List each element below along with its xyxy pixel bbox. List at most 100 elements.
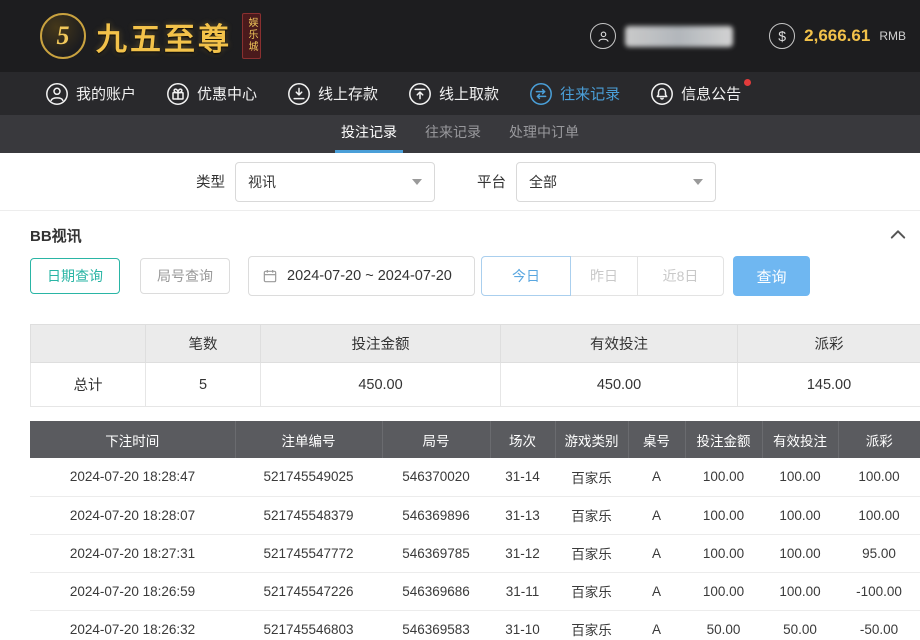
- col-session: 场次: [490, 421, 555, 458]
- cell-session: 31-13: [490, 496, 555, 534]
- username-redacted: [625, 26, 733, 47]
- col-table-no: 桌号: [628, 421, 685, 458]
- deposit-icon: [287, 82, 311, 106]
- platform-select[interactable]: 全部: [516, 162, 716, 202]
- last-8-days-button[interactable]: 近8日: [637, 256, 724, 296]
- nav-item-deposit[interactable]: 线上存款: [287, 82, 378, 106]
- summary-valid-bet: 450.00: [501, 363, 738, 407]
- balance[interactable]: $ 2,666.61 RMB: [769, 23, 906, 49]
- cell-game-type: 百家乐: [555, 534, 628, 572]
- summary-total-label: 总计: [31, 363, 146, 407]
- section-header: BB视讯: [0, 211, 920, 254]
- site-logo[interactable]: 5 九五至尊 娱乐城: [40, 13, 261, 59]
- chevron-down-icon: [412, 179, 422, 185]
- type-label: 类型: [196, 171, 225, 192]
- col-valid-bet: 有效投注: [762, 421, 838, 458]
- summary-header-valid-bet: 有效投注: [501, 325, 738, 363]
- query-toolbar: 日期查询 局号查询 2024-07-20 ~ 2024-07-20 今日 昨日 …: [0, 254, 920, 312]
- cell-table-no: A: [628, 534, 685, 572]
- yesterday-button[interactable]: 昨日: [570, 256, 638, 296]
- cell-bet-time: 2024-07-20 18:28:07: [30, 496, 235, 534]
- cell-session: 31-14: [490, 458, 555, 496]
- cell-bet-time: 2024-07-20 18:27:31: [30, 534, 235, 572]
- table-header-row: 下注时间 注单编号 局号 场次 游戏类别 桌号 投注金额 有效投注 派彩: [30, 421, 920, 458]
- cell-bet-time: 2024-07-20 18:26:32: [30, 610, 235, 640]
- cell-round-no: 546369583: [382, 610, 490, 640]
- col-payout: 派彩: [838, 421, 920, 458]
- cell-valid-bet: 100.00: [762, 534, 838, 572]
- calendar-icon: [262, 268, 278, 284]
- quick-date-group: 今日 昨日 近8日: [481, 256, 724, 296]
- tab-betting-records[interactable]: 投注记录: [335, 115, 403, 153]
- summary-count: 5: [146, 363, 261, 407]
- nav-label: 信息公告: [681, 83, 741, 104]
- cell-game-type: 百家乐: [555, 496, 628, 534]
- notification-dot: [744, 79, 751, 86]
- cell-round-no: 546369896: [382, 496, 490, 534]
- cell-bet-id: 521745546803: [235, 610, 382, 640]
- summary-header-payout: 派彩: [738, 325, 920, 363]
- summary-payout: 145.00: [738, 363, 920, 407]
- user-icon: [45, 82, 69, 106]
- bell-icon: [650, 82, 674, 106]
- summary-header-row: 笔数 投注金额 有效投注 派彩: [31, 325, 920, 363]
- nav-item-announcements[interactable]: 信息公告: [650, 82, 741, 106]
- cell-bet-amount-link[interactable]: 50.00: [685, 610, 762, 640]
- cell-game-type: 百家乐: [555, 458, 628, 496]
- nav-item-promotions[interactable]: 优惠中心: [166, 82, 257, 106]
- cell-bet-amount-link[interactable]: 100.00: [685, 572, 762, 610]
- summary-bet-amount: 450.00: [261, 363, 501, 407]
- cell-bet-id: 521745548379: [235, 496, 382, 534]
- balance-currency: RMB: [879, 29, 906, 43]
- cell-session: 31-10: [490, 610, 555, 640]
- user-icon: [590, 23, 616, 49]
- nav-label: 线上取款: [439, 83, 499, 104]
- table-row: 2024-07-20 18:26:59 521745547226 5463696…: [30, 572, 920, 610]
- date-range-input[interactable]: 2024-07-20 ~ 2024-07-20: [248, 256, 475, 296]
- nav-item-my-account[interactable]: 我的账户: [45, 82, 136, 106]
- cell-valid-bet: 100.00: [762, 458, 838, 496]
- table-row: 2024-07-20 18:27:31 521745547772 5463697…: [30, 534, 920, 572]
- user-account[interactable]: [590, 23, 733, 49]
- col-bet-id: 注单编号: [235, 421, 382, 458]
- date-query-button[interactable]: 日期查询: [30, 258, 120, 294]
- cell-bet-id: 521745547226: [235, 572, 382, 610]
- cell-valid-bet: 100.00: [762, 496, 838, 534]
- cell-bet-amount-link[interactable]: 100.00: [685, 496, 762, 534]
- tab-processing-orders[interactable]: 处理中订单: [503, 115, 585, 153]
- gift-icon: [166, 82, 190, 106]
- balance-amount: 2,666.61: [804, 26, 870, 46]
- round-query-button[interactable]: 局号查询: [140, 258, 230, 294]
- type-select[interactable]: 视讯: [235, 162, 435, 202]
- nav-label: 我的账户: [76, 83, 136, 104]
- cell-game-type: 百家乐: [555, 610, 628, 640]
- cell-round-no: 546369686: [382, 572, 490, 610]
- cell-payout: -50.00: [838, 610, 920, 640]
- cell-table-no: A: [628, 610, 685, 640]
- nav-item-withdraw[interactable]: 线上取款: [408, 82, 499, 106]
- chevron-down-icon: [693, 179, 703, 185]
- cell-session: 31-11: [490, 572, 555, 610]
- today-button[interactable]: 今日: [481, 256, 571, 296]
- logo-subtitle: 娱乐城: [242, 13, 261, 59]
- cell-bet-id: 521745547772: [235, 534, 382, 572]
- cell-table-no: A: [628, 496, 685, 534]
- withdraw-icon: [408, 82, 432, 106]
- nav-item-records[interactable]: 往来记录: [529, 82, 620, 106]
- col-bet-amount: 投注金额: [685, 421, 762, 458]
- cell-payout: 100.00: [838, 458, 920, 496]
- cell-bet-amount-link[interactable]: 100.00: [685, 534, 762, 572]
- collapse-chevron-up-icon[interactable]: [890, 227, 906, 245]
- summary-header-empty: [31, 325, 146, 363]
- cell-round-no: 546370020: [382, 458, 490, 496]
- record-tabs: 投注记录 往来记录 处理中订单: [0, 115, 920, 153]
- col-game-type: 游戏类别: [555, 421, 628, 458]
- tab-transaction-records[interactable]: 往来记录: [419, 115, 487, 153]
- filter-row: 类型 视讯 平台 全部: [0, 153, 920, 211]
- cell-session: 31-12: [490, 534, 555, 572]
- cell-bet-amount-link[interactable]: 100.00: [685, 458, 762, 496]
- table-row: 2024-07-20 18:26:32 521745546803 5463695…: [30, 610, 920, 640]
- topbar: 5 九五至尊 娱乐城 $ 2,666.61 RMB: [0, 0, 920, 72]
- cell-payout: 95.00: [838, 534, 920, 572]
- search-button[interactable]: 查询: [733, 256, 810, 296]
